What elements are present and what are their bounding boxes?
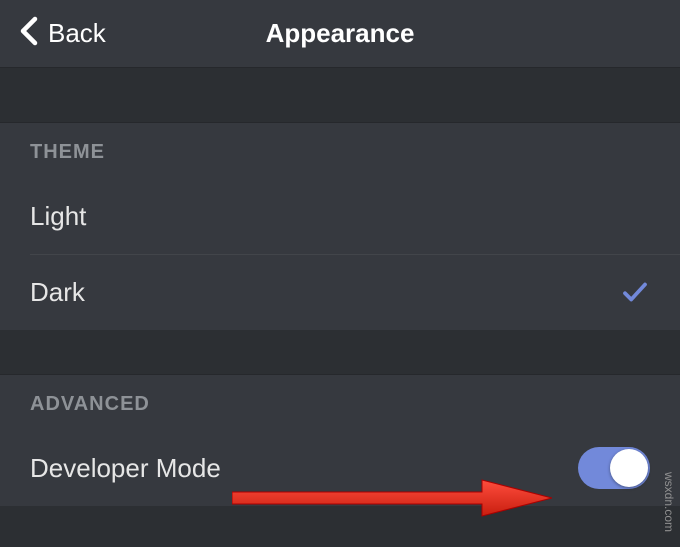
developer-mode-row[interactable]: Developer Mode	[0, 430, 680, 506]
theme-option-label: Light	[30, 201, 86, 232]
advanced-section-header: ADVANCED	[0, 374, 680, 430]
section-gap	[0, 68, 680, 122]
watermark: wsxdn.com	[662, 472, 676, 532]
theme-section-header: THEME	[0, 122, 680, 178]
page-title: Appearance	[266, 18, 415, 49]
header-bar: Back Appearance	[0, 0, 680, 68]
checkmark-icon	[620, 277, 650, 307]
developer-mode-toggle[interactable]	[578, 447, 650, 489]
section-gap	[0, 330, 680, 374]
back-button[interactable]: Back	[0, 16, 106, 51]
theme-option-light[interactable]: Light	[0, 178, 680, 254]
developer-mode-label: Developer Mode	[30, 453, 221, 484]
chevron-left-icon	[20, 16, 38, 51]
back-label: Back	[48, 18, 106, 49]
toggle-knob	[610, 449, 648, 487]
theme-option-dark[interactable]: Dark	[0, 254, 680, 330]
theme-option-label: Dark	[30, 277, 85, 308]
